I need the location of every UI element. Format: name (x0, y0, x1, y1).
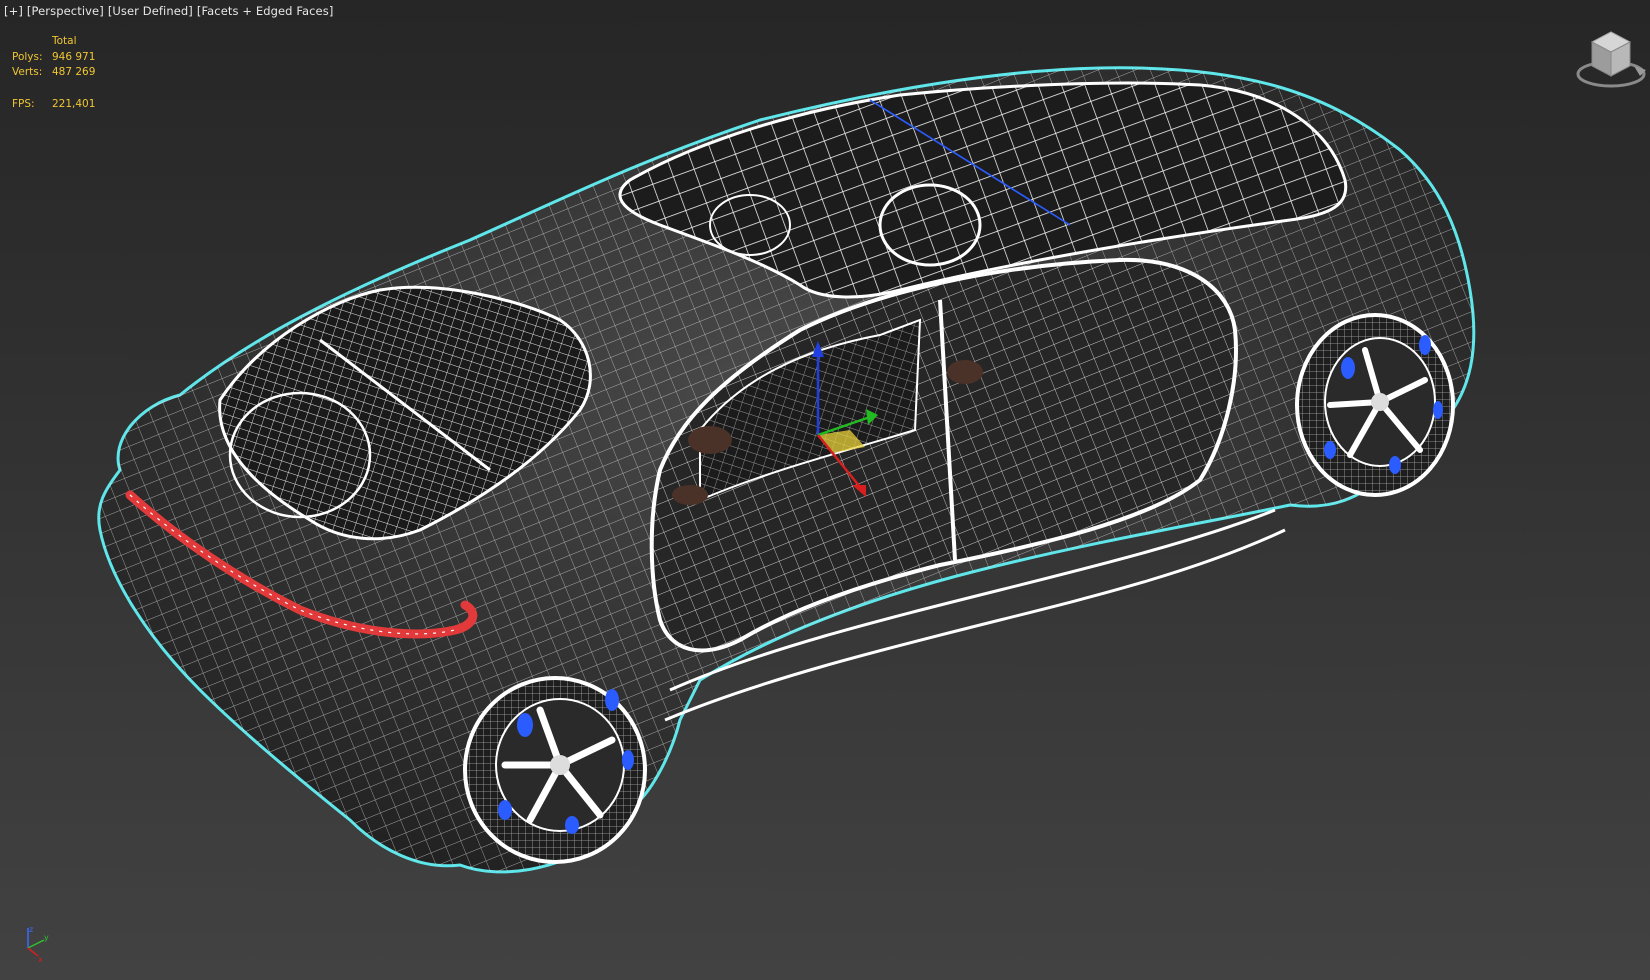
svg-text:y: y (44, 933, 49, 942)
axis-tripod-icon: z y x (27, 925, 49, 964)
svg-text:z: z (29, 925, 33, 934)
wheel-front-right (1295, 313, 1455, 497)
wheel-rear-left (463, 676, 647, 864)
svg-text:x: x (38, 955, 43, 964)
transform-gizmo-icon[interactable] (780, 335, 900, 515)
